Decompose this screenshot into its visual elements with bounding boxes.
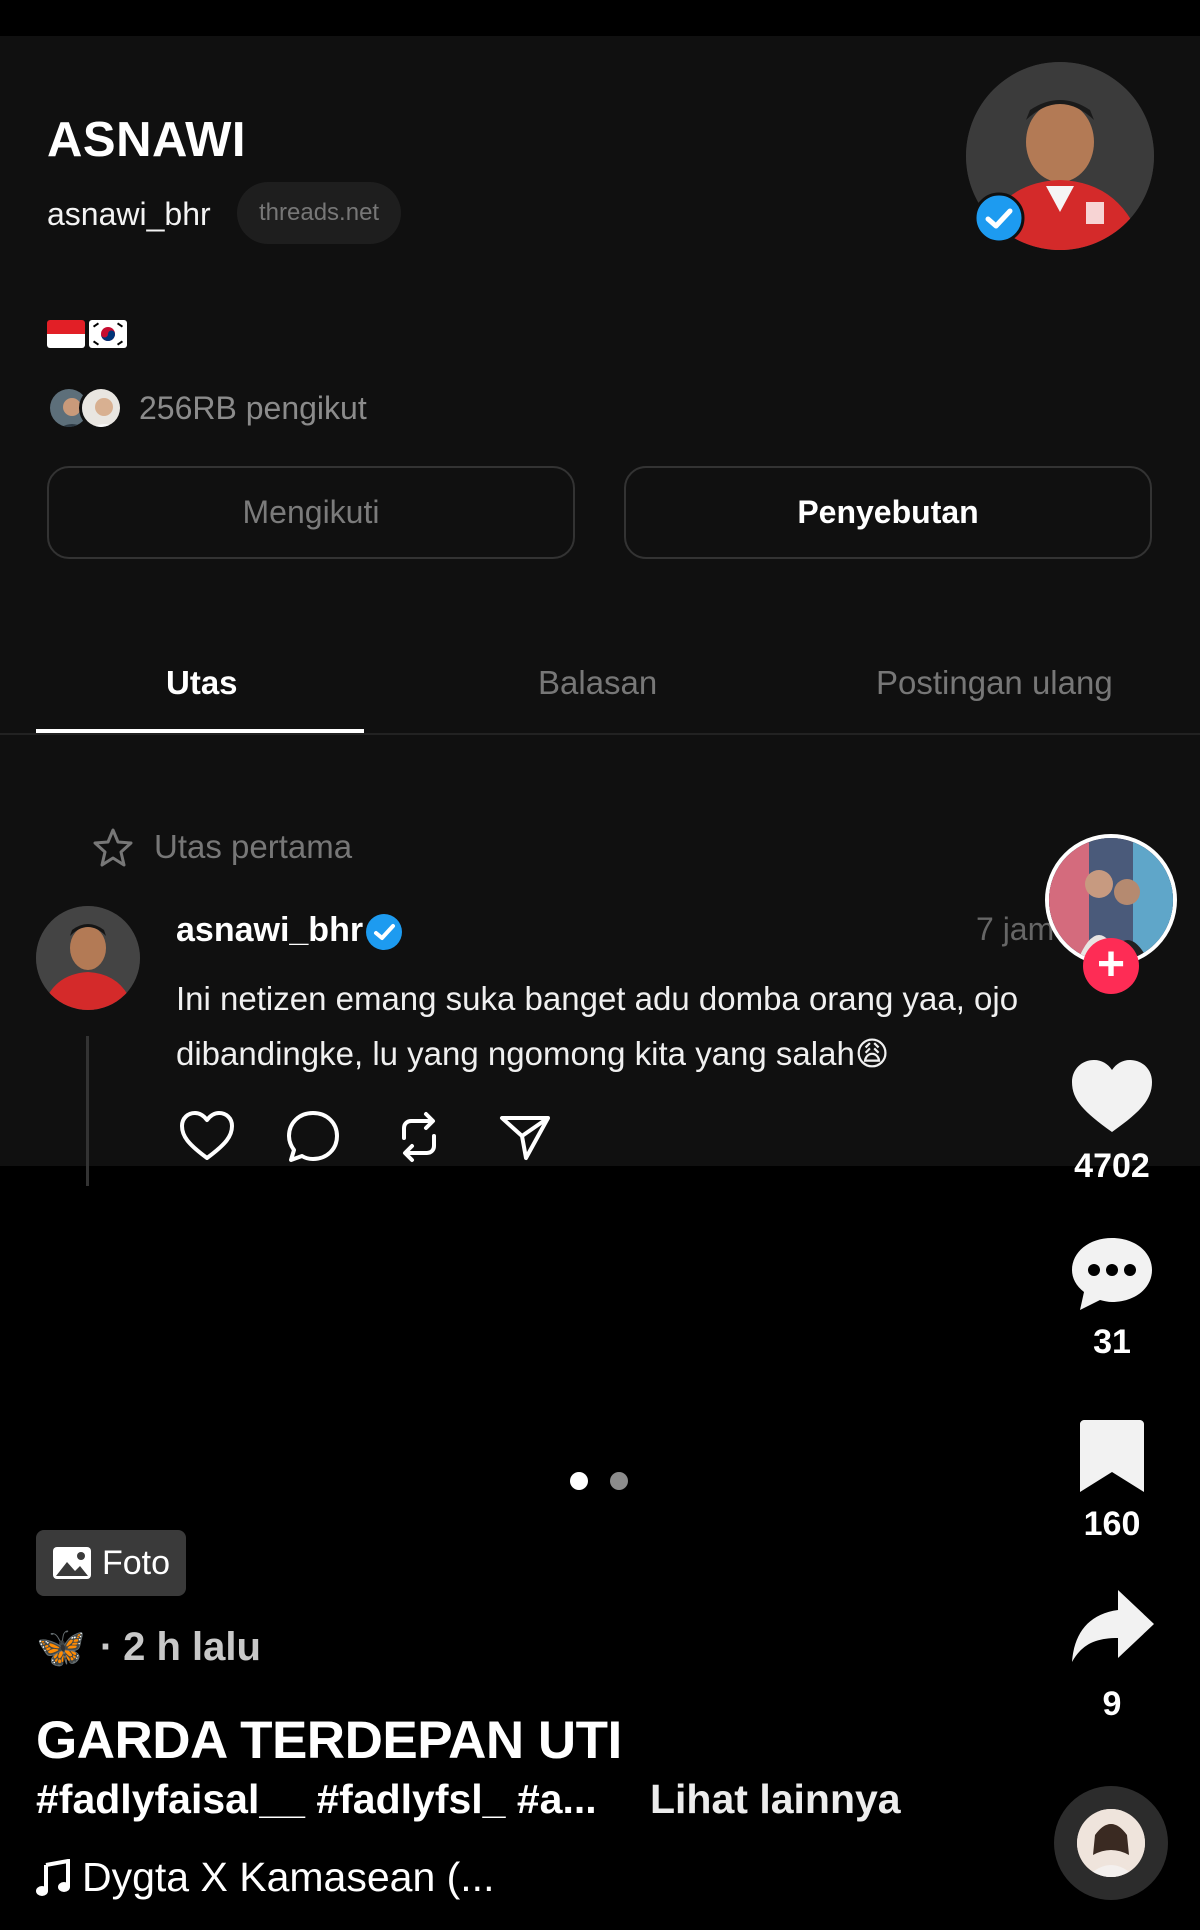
domain-chip: threads.net <box>237 182 402 244</box>
like-action[interactable]: 4702 <box>1050 1056 1174 1186</box>
post-time: 7 jam <box>976 911 1055 947</box>
pinned-label-row: Utas pertama <box>92 826 352 868</box>
like-icon[interactable] <box>176 1106 238 1168</box>
verified-badge-icon <box>973 192 1025 244</box>
bookmark-action[interactable]: 160 <box>1050 1418 1174 1544</box>
caption-title: GARDA TERDEPAN UTI <box>36 1711 622 1770</box>
carousel-dot-active[interactable] <box>570 1472 588 1490</box>
carousel-dot[interactable] <box>610 1472 628 1490</box>
share-action[interactable]: 9 <box>1050 1586 1174 1724</box>
image-icon <box>53 1547 91 1579</box>
threads-screenshot-card: ASNAWI asnawi_bhr threads.net 256RB peng… <box>0 36 1200 1186</box>
followers-row[interactable]: 256RB pengikut <box>47 386 367 430</box>
profile-tabs: Utas Balasan Postingan ulang <box>0 646 1200 776</box>
post-author-avatar[interactable] <box>36 906 140 1010</box>
post-username[interactable]: asnawi_bhr <box>176 911 363 950</box>
profile-handle: asnawi_bhr <box>47 196 211 232</box>
verified-badge-icon <box>366 914 402 950</box>
star-icon <box>93 828 133 867</box>
music-row[interactable]: Dygta X Kamasean (... <box>36 1854 494 1901</box>
profile-name: ASNAWI <box>47 113 246 167</box>
comment-count: 31 <box>1093 1323 1131 1361</box>
heart-icon[interactable] <box>1068 1056 1156 1136</box>
repost-icon[interactable] <box>388 1106 450 1168</box>
tab-divider <box>0 733 1200 735</box>
tab-utas[interactable]: Utas <box>166 664 238 702</box>
see-more-link[interactable]: Lihat lainnya <box>650 1776 901 1823</box>
photo-badge: Foto <box>36 1530 187 1596</box>
music-disc-avatar <box>1077 1809 1145 1877</box>
caption-hashtags[interactable]: #fadlyfaisal__ #fadlyfsl_ #a... <box>36 1776 597 1823</box>
bookmark-icon[interactable] <box>1068 1418 1156 1494</box>
mention-button[interactable]: Penyebutan <box>624 466 1152 559</box>
comment-bubble-icon[interactable] <box>1068 1232 1156 1312</box>
post-actions <box>176 1106 556 1168</box>
share-count: 9 <box>1102 1685 1122 1723</box>
tab-balasan[interactable]: Balasan <box>538 664 657 702</box>
thread-line <box>86 1036 89 1186</box>
tab-postingan-ulang[interactable]: Postingan ulang <box>876 664 1113 702</box>
creator-avatar-group[interactable]: + <box>1045 834 1177 994</box>
following-button[interactable]: Mengikuti <box>47 466 575 559</box>
indonesia-flag-icon <box>47 320 85 348</box>
music-note-icon <box>36 1858 70 1896</box>
photo-badge-label: Foto <box>102 1543 171 1582</box>
bookmark-count: 160 <box>1083 1505 1141 1543</box>
like-count: 4702 <box>1074 1147 1150 1185</box>
pinned-label: Utas pertama <box>154 828 353 865</box>
follower-avatar <box>79 386 123 430</box>
post-age: 2 h lalu <box>123 1625 261 1669</box>
comment-icon[interactable] <box>282 1106 344 1168</box>
share-send-icon[interactable] <box>494 1106 556 1168</box>
music-disc[interactable] <box>1054 1786 1168 1900</box>
south-korea-flag-icon <box>89 320 127 348</box>
follow-plus-button[interactable]: + <box>1083 938 1139 994</box>
author-nickname[interactable]: 🦋 <box>36 1624 86 1671</box>
music-title: Dygta X Kamasean (... <box>82 1854 495 1900</box>
flag-emojis <box>47 320 127 348</box>
comment-action[interactable]: 31 <box>1050 1232 1174 1362</box>
share-arrow-icon[interactable] <box>1068 1586 1156 1670</box>
carousel-indicator <box>570 1472 628 1490</box>
post-text: Ini netizen emang suka banget adu domba … <box>176 980 1019 1072</box>
followers-count: 256RB pengikut <box>139 389 367 426</box>
post-meta: 🦋 · 2 h lalu <box>36 1624 261 1671</box>
